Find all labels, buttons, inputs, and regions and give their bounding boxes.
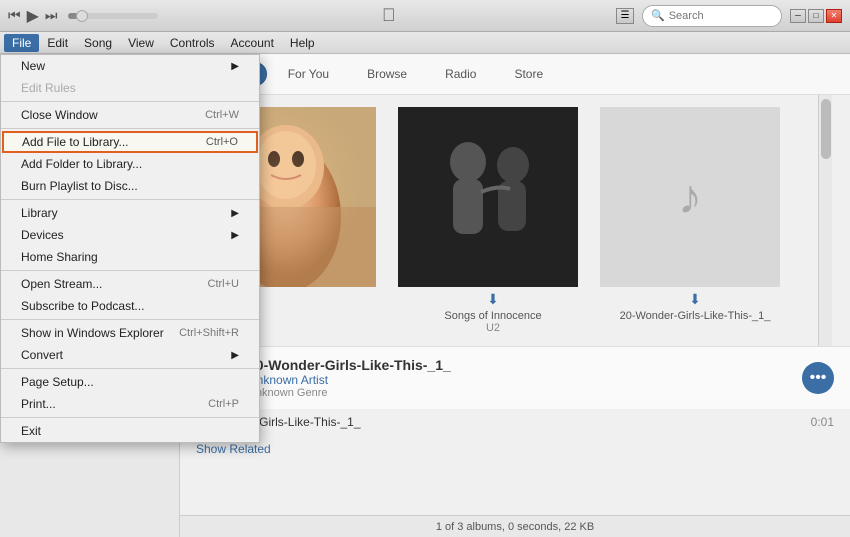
album-item-wonder[interactable]: ♪ ⬇ 20-Wonder-Girls-Like-This-_1_: [600, 107, 790, 334]
album-title-u2: Songs of Innocence: [398, 310, 588, 322]
now-playing-info: 20-Wonder-Girls-Like-This-_1_ Unknown Ar…: [248, 357, 790, 399]
menu-edit[interactable]: Edit: [39, 34, 76, 52]
menu-item-add-folder[interactable]: Add Folder to Library...: [1, 153, 259, 175]
minimize-button[interactable]: ─: [790, 9, 806, 23]
title-bar: ⏮ ▶ ⏭  ☰ 🔍 ─ □ ✕: [0, 0, 850, 32]
download-icon-u2: ⬇: [398, 291, 588, 308]
menu-item-exit[interactable]: Exit: [1, 420, 259, 442]
status-text: 1 of 3 albums, 0 seconds, 22 KB: [436, 521, 594, 533]
search-bar[interactable]: 🔍: [642, 5, 782, 27]
seek-bar[interactable]: [68, 13, 158, 19]
music-note-icon: ♪: [678, 170, 702, 225]
tab-radio[interactable]: Radio: [428, 62, 493, 86]
menu-item-new[interactable]: New ▶: [1, 55, 259, 77]
album-grid: ⬇ Songs of Innocence U2 ♪ ⬇ 20-Wonder-Gi…: [180, 95, 818, 346]
maximize-button[interactable]: □: [808, 9, 824, 23]
menu-item-library[interactable]: Library ▶: [1, 202, 259, 224]
nav-tabs: Library For You Browse Radio Store: [180, 54, 850, 95]
devices-submenu-arrow: ▶: [231, 230, 239, 241]
tab-browse[interactable]: Browse: [350, 62, 424, 86]
menu-item-open-stream[interactable]: Open Stream... Ctrl+U: [1, 273, 259, 295]
menu-item-home-sharing[interactable]: Home Sharing: [1, 246, 259, 268]
menu-item-close-window[interactable]: Close Window Ctrl+W: [1, 104, 259, 126]
menu-account[interactable]: Account: [223, 34, 282, 52]
menu-item-show-in-explorer[interactable]: Show in Windows Explorer Ctrl+Shift+R: [1, 322, 259, 344]
album-item-u2[interactable]: ⬇ Songs of Innocence U2: [398, 107, 588, 334]
album-artist-u2: U2: [398, 322, 588, 334]
menu-help[interactable]: Help: [282, 34, 323, 52]
menu-item-page-setup[interactable]: Page Setup...: [1, 371, 259, 393]
show-related-button[interactable]: Show Related: [180, 436, 850, 456]
prev-button[interactable]: ⏮: [8, 7, 21, 24]
next-button[interactable]: ⏭: [45, 7, 58, 24]
menu-item-print[interactable]: Print... Ctrl+P: [1, 393, 259, 415]
menu-song[interactable]: Song: [76, 34, 120, 52]
library-submenu-arrow: ▶: [231, 208, 239, 219]
menu-item-devices[interactable]: Devices ▶: [1, 224, 259, 246]
menu-item-add-file[interactable]: Add File to Library... Ctrl+O: [2, 131, 258, 153]
list-view-button[interactable]: ☰: [616, 8, 634, 24]
apple-logo: : [382, 5, 396, 26]
now-playing-artist[interactable]: Unknown Artist: [248, 373, 790, 387]
menu-bar: File Edit Song View Controls Account Hel…: [0, 32, 850, 54]
now-playing-bar: ♪ 20-Wonder-Girls-Like-This-_1_ Unknown …: [180, 346, 850, 409]
album-title-wonder: 20-Wonder-Girls-Like-This-_1_: [600, 310, 790, 322]
download-icon-wonder: ⬇: [600, 291, 790, 308]
submenu-arrow: ▶: [231, 61, 239, 72]
menu-item-edit-rules: Edit Rules: [1, 77, 259, 99]
separator-7: [1, 417, 259, 418]
more-button[interactable]: •••: [802, 362, 834, 394]
status-bar: 1 of 3 albums, 0 seconds, 22 KB: [180, 515, 850, 537]
track-list: 20-Wonder-Girls-Like-This-_1_ 0:01: [180, 409, 850, 436]
search-icon: 🔍: [651, 9, 665, 22]
close-button[interactable]: ✕: [826, 9, 842, 23]
play-button[interactable]: ▶: [27, 6, 39, 26]
search-input[interactable]: [669, 10, 769, 22]
menu-view[interactable]: View: [120, 34, 162, 52]
vertical-scrollbar[interactable]: [818, 95, 832, 346]
file-dropdown-menu: New ▶ Edit Rules Close Window Ctrl+W Add…: [0, 54, 260, 443]
transport-controls: ⏮ ▶ ⏭: [8, 6, 162, 26]
menu-file[interactable]: File: [4, 34, 39, 52]
menu-controls[interactable]: Controls: [162, 34, 223, 52]
album-cover-wonder: ♪: [600, 107, 780, 287]
album-cover-u2: [398, 107, 578, 287]
convert-submenu-arrow: ▶: [231, 350, 239, 361]
now-playing-title: 20-Wonder-Girls-Like-This-_1_: [248, 357, 790, 373]
separator-5: [1, 319, 259, 320]
separator-4: [1, 270, 259, 271]
menu-item-burn-playlist[interactable]: Burn Playlist to Disc...: [1, 175, 259, 197]
table-row[interactable]: 20-Wonder-Girls-Like-This-_1_ 0:01: [196, 409, 834, 436]
scrollbar-thumb[interactable]: [821, 99, 831, 159]
separator-3: [1, 199, 259, 200]
now-playing-genre: Unknown Genre: [248, 387, 790, 399]
separator-2: [1, 128, 259, 129]
separator-1: [1, 101, 259, 102]
window-buttons: ─ □ ✕: [790, 9, 842, 23]
menu-item-subscribe-podcast[interactable]: Subscribe to Podcast...: [1, 295, 259, 317]
track-duration: 0:01: [811, 415, 834, 429]
separator-6: [1, 368, 259, 369]
menu-item-convert[interactable]: Convert ▶: [1, 344, 259, 366]
tab-store[interactable]: Store: [497, 62, 560, 86]
tab-for-you[interactable]: For You: [271, 62, 346, 86]
